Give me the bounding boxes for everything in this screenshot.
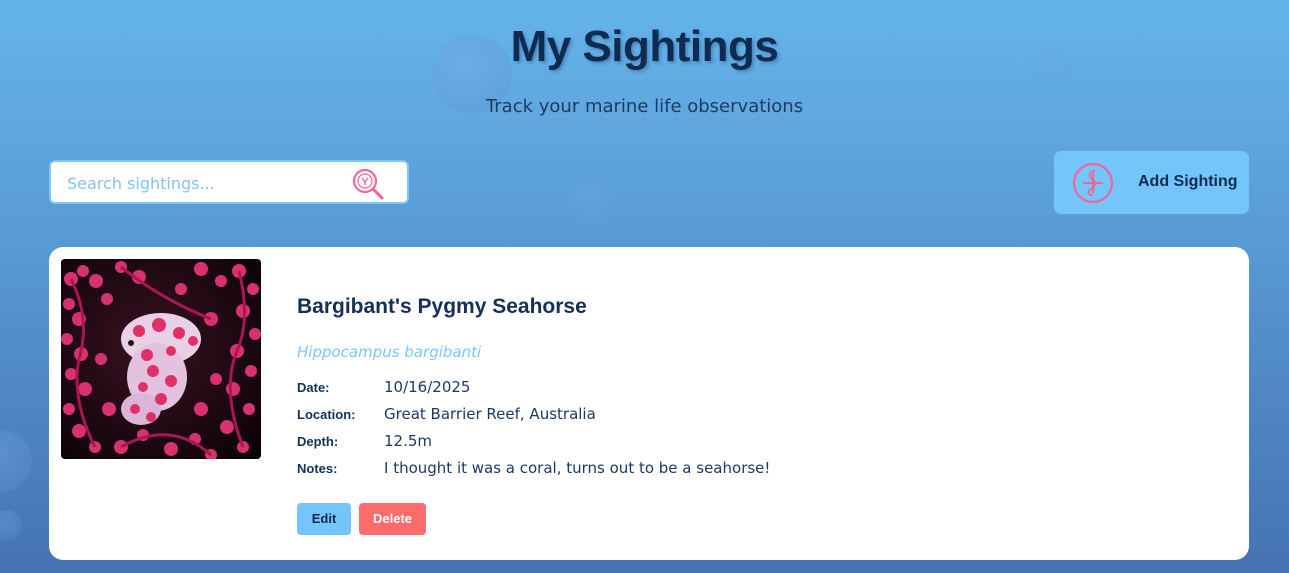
detail-value: I thought it was a coral, turns out to b…	[384, 459, 771, 477]
detail-label: Date:	[297, 380, 330, 395]
background-bubble	[570, 176, 618, 224]
background-bubble	[0, 430, 32, 492]
seahorse-plus-icon	[1072, 162, 1114, 204]
add-sighting-label: Add Sighting	[1138, 173, 1238, 190]
detail-value: 12.5m	[384, 432, 433, 450]
detail-label: Notes:	[297, 461, 338, 476]
edit-button[interactable]: Edit	[297, 503, 351, 535]
sighting-card: Bargibant's Pygmy Seahorse Hippocampus b…	[49, 247, 1249, 560]
search-icon[interactable]	[351, 167, 385, 201]
detail-label: Depth:	[297, 434, 339, 449]
sighting-common-name: Bargibant's Pygmy Seahorse	[297, 295, 587, 318]
page-subtitle: Track your marine life observations	[485, 96, 804, 117]
sighting-scientific-name: Hippocampus bargibanti	[297, 343, 482, 361]
detail-value: 10/16/2025	[384, 378, 471, 396]
add-sighting-button[interactable]: Add Sighting	[1054, 151, 1249, 214]
detail-value: Great Barrier Reef, Australia	[384, 405, 596, 423]
delete-button[interactable]: Delete	[359, 503, 426, 535]
search-input[interactable]	[65, 170, 349, 196]
pygmy-seahorse-photo	[61, 259, 261, 459]
page-title: My Sightings	[510, 22, 779, 71]
seahorse-photo-art	[61, 259, 261, 459]
search-box[interactable]	[49, 160, 409, 204]
detail-label: Location:	[297, 407, 356, 422]
background-bubble	[0, 510, 22, 540]
